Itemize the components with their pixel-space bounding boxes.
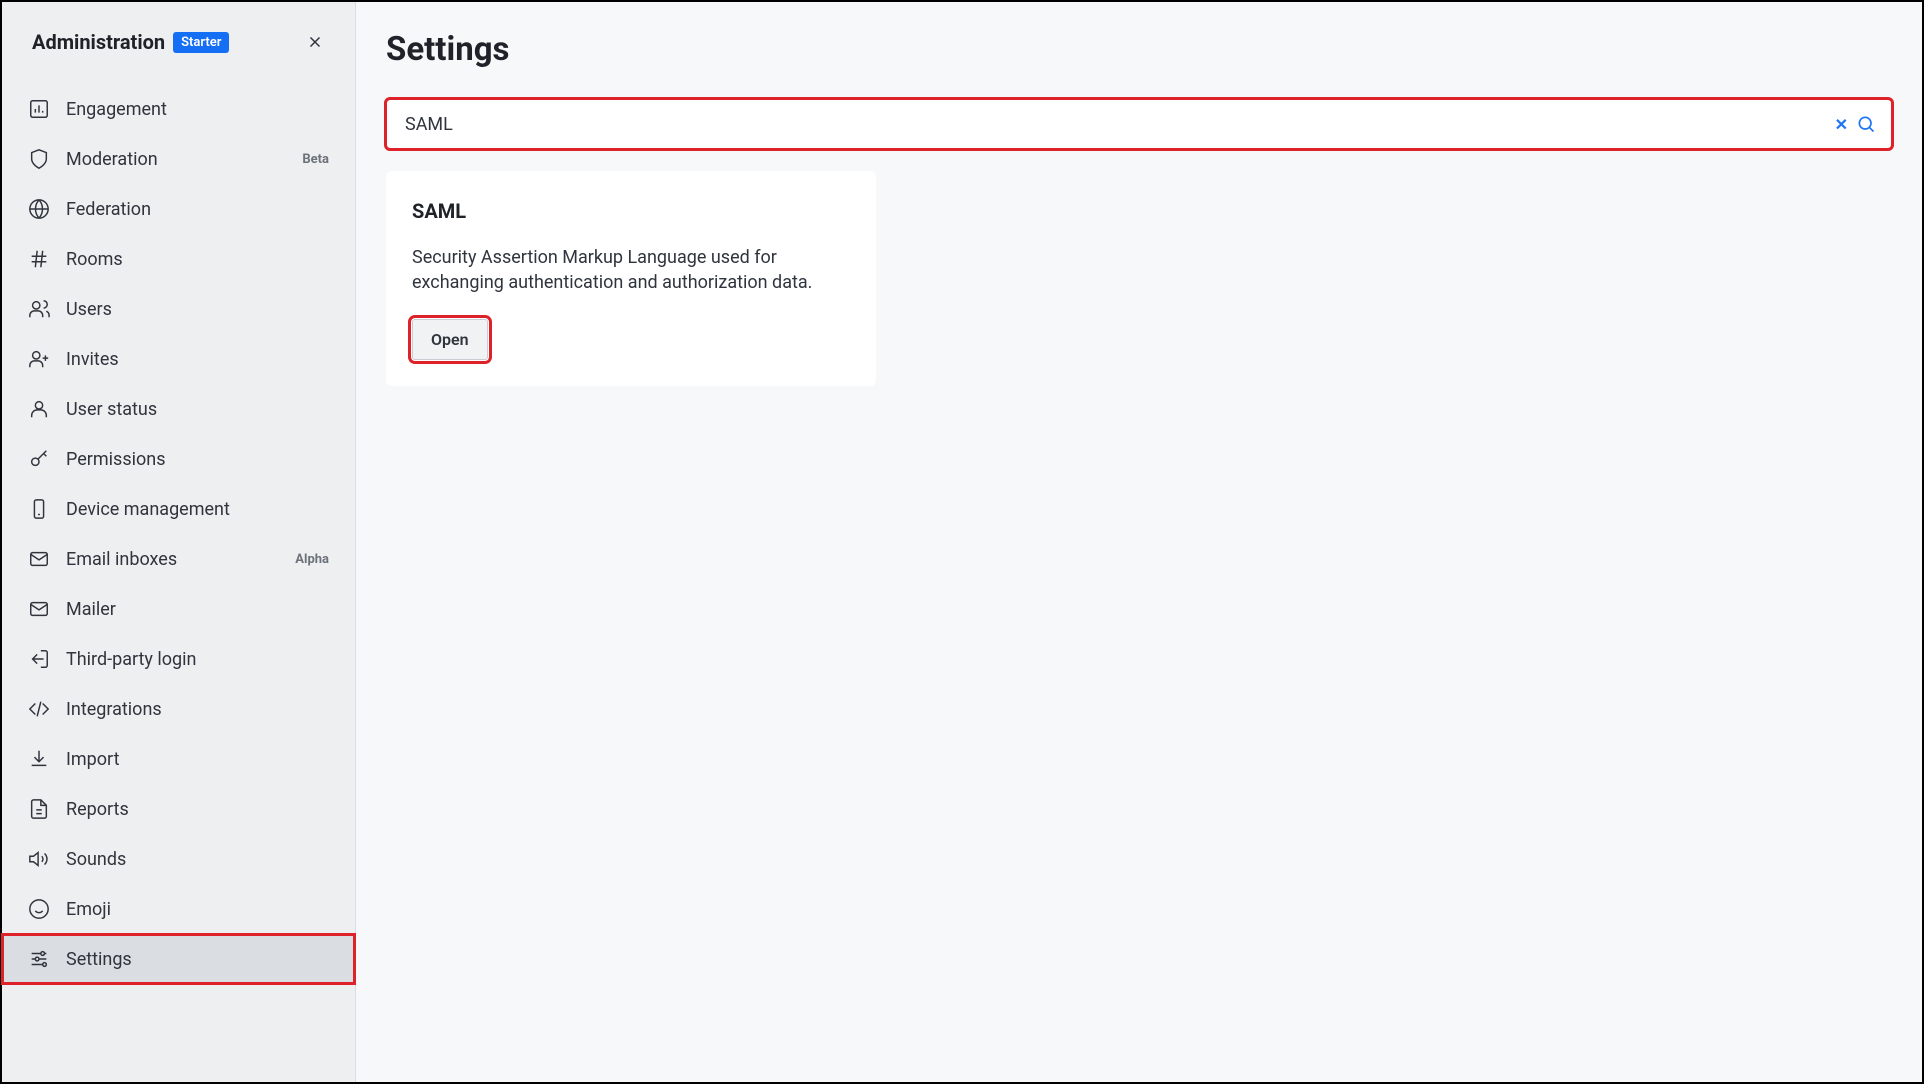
sidebar-header: Administration Starter <box>2 2 355 78</box>
search-button[interactable] <box>1854 112 1878 136</box>
sidebar-item-label: Invites <box>66 349 119 370</box>
code-icon <box>28 698 50 720</box>
key-icon <box>28 448 50 470</box>
search-wrap: ✕ <box>386 99 1892 149</box>
sidebar-item-label: Integrations <box>66 699 162 720</box>
settings-card-saml: SAML Security Assertion Markup Language … <box>386 171 876 386</box>
file-icon <box>28 798 50 820</box>
sidebar-item-label: Users <box>66 299 112 320</box>
sidebar-item-label: User status <box>66 399 157 420</box>
sidebar-item-moderation[interactable]: Moderation Beta <box>2 134 355 184</box>
sidebar-item-label: Import <box>66 749 119 770</box>
sidebar-item-import[interactable]: Import <box>2 734 355 784</box>
sidebar-item-rooms[interactable]: Rooms <box>2 234 355 284</box>
sidebar-title: Administration <box>32 30 165 54</box>
sidebar-nav: Engagement Moderation Beta Federation Ro… <box>2 78 355 990</box>
page-title: Settings <box>386 30 1892 69</box>
sidebar-item-user-status[interactable]: User status <box>2 384 355 434</box>
sidebar: Administration Starter Engagement Modera… <box>2 2 356 1082</box>
sidebar-item-federation[interactable]: Federation <box>2 184 355 234</box>
sidebar-item-invites[interactable]: Invites <box>2 334 355 384</box>
close-icon <box>306 33 324 51</box>
search-input[interactable] <box>386 99 1892 149</box>
clear-search-button[interactable]: ✕ <box>1835 115 1848 134</box>
user-icon <box>28 398 50 420</box>
sidebar-item-users[interactable]: Users <box>2 284 355 334</box>
card-title: SAML <box>412 199 850 223</box>
sidebar-item-email-inboxes[interactable]: Email inboxes Alpha <box>2 534 355 584</box>
phone-icon <box>28 498 50 520</box>
alpha-tag: Alpha <box>295 552 329 567</box>
sidebar-item-third-party-login[interactable]: Third-party login <box>2 634 355 684</box>
sidebar-item-reports[interactable]: Reports <box>2 784 355 834</box>
speaker-icon <box>28 848 50 870</box>
sidebar-item-label: Email inboxes <box>66 549 177 570</box>
smile-icon <box>28 898 50 920</box>
sidebar-item-label: Permissions <box>66 449 166 470</box>
sidebar-item-engagement[interactable]: Engagement <box>2 84 355 134</box>
sidebar-item-label: Device management <box>66 499 230 520</box>
sidebar-item-label: Emoji <box>66 899 111 920</box>
user-plus-icon <box>28 348 50 370</box>
users-icon <box>28 298 50 320</box>
sidebar-item-label: Mailer <box>66 599 116 620</box>
sidebar-item-emoji[interactable]: Emoji <box>2 884 355 934</box>
hash-icon <box>28 248 50 270</box>
beta-tag: Beta <box>302 152 329 167</box>
search-actions: ✕ <box>1835 112 1878 136</box>
sidebar-item-permissions[interactable]: Permissions <box>2 434 355 484</box>
download-icon <box>28 748 50 770</box>
bar-chart-icon <box>28 98 50 120</box>
globe-icon <box>28 198 50 220</box>
sidebar-title-wrap: Administration Starter <box>32 30 229 54</box>
main-content: Settings ✕ SAML Security Assertion Marku… <box>356 2 1922 1082</box>
sidebar-item-label: Third-party login <box>66 649 196 670</box>
sidebar-item-settings[interactable]: Settings <box>2 934 355 984</box>
mail-icon <box>28 598 50 620</box>
open-button[interactable]: Open <box>412 319 488 360</box>
shield-icon <box>28 148 50 170</box>
search-icon <box>1856 114 1876 134</box>
sliders-icon <box>28 948 50 970</box>
card-description: Security Assertion Markup Language used … <box>412 245 850 295</box>
close-button[interactable] <box>299 26 331 58</box>
sidebar-item-label: Sounds <box>66 849 126 870</box>
sidebar-item-device-management[interactable]: Device management <box>2 484 355 534</box>
sidebar-item-label: Federation <box>66 199 151 220</box>
sidebar-item-sounds[interactable]: Sounds <box>2 834 355 884</box>
plan-badge: Starter <box>173 32 229 53</box>
sidebar-item-label: Settings <box>66 949 132 970</box>
sidebar-item-label: Rooms <box>66 249 123 270</box>
sidebar-item-label: Moderation <box>66 149 158 170</box>
sidebar-item-mailer[interactable]: Mailer <box>2 584 355 634</box>
inbox-icon <box>28 548 50 570</box>
sidebar-item-label: Engagement <box>66 99 167 120</box>
sidebar-item-integrations[interactable]: Integrations <box>2 684 355 734</box>
login-icon <box>28 648 50 670</box>
close-icon: ✕ <box>1835 115 1848 134</box>
sidebar-item-label: Reports <box>66 799 129 820</box>
